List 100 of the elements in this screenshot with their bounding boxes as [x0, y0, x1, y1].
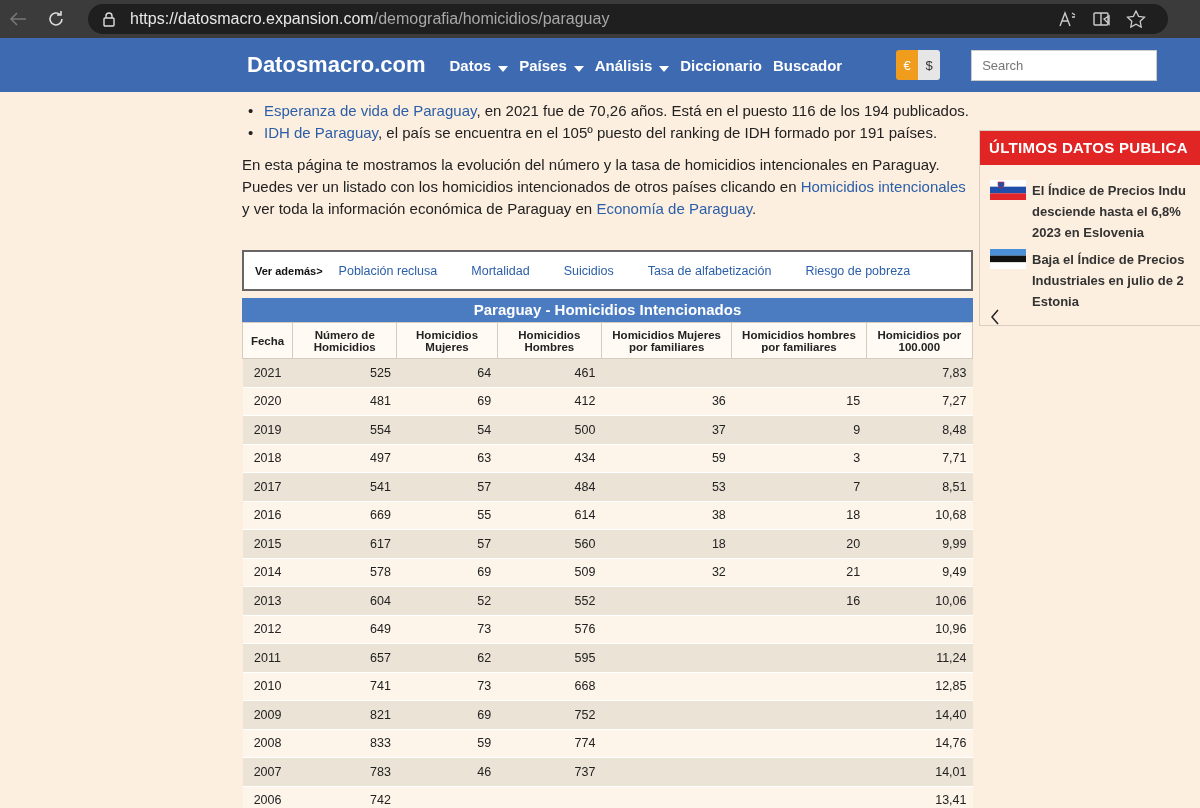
nav-item[interactable]: Análisis: [594, 56, 653, 74]
read-aloud-icon[interactable]: [1058, 10, 1078, 28]
see-also-link[interactable]: Mortalidad: [471, 263, 530, 278]
table-cell: 21: [731, 558, 867, 587]
table-cell: 14,01: [866, 757, 973, 786]
table-cell: 2016: [242, 501, 293, 530]
table-cell: 484: [497, 472, 602, 501]
table-cell: 14,40: [866, 700, 973, 729]
table-cell: 2020: [242, 387, 293, 416]
table-cell: 742: [292, 786, 397, 808]
table-cell: 595: [497, 643, 602, 672]
table-cell: 2013: [242, 586, 293, 615]
table-title: Paraguay - Homicidios Intencionados: [242, 298, 973, 322]
star-icon[interactable]: [1126, 10, 1146, 28]
see-also-link[interactable]: Riesgo de pobreza: [805, 263, 911, 278]
table-cell: 73: [396, 672, 498, 701]
table-cell: 509: [497, 558, 602, 587]
refresh-icon[interactable]: [46, 9, 66, 29]
table-cell: 18: [731, 501, 867, 530]
table-cell: 69: [396, 558, 498, 587]
site-logo[interactable]: Datosmacro.com: [247, 52, 426, 78]
table-cell: 412: [497, 387, 602, 416]
caret-icon[interactable]: [498, 66, 509, 72]
table-cell: 578: [292, 558, 397, 587]
caret-icon[interactable]: [573, 66, 584, 72]
bullet-marker: •: [248, 101, 255, 121]
back-icon[interactable]: [8, 11, 28, 27]
nav-item[interactable]: Buscador: [772, 56, 843, 74]
see-also-link[interactable]: Población reclusa: [338, 263, 438, 278]
nav-item[interactable]: Datos: [449, 56, 492, 74]
table-cell: 481: [292, 387, 397, 416]
previous-icon[interactable]: [990, 309, 1000, 325]
table-cell: 7,27: [866, 387, 973, 416]
table-cell: 12,85: [866, 672, 973, 701]
see-also-label: Ver además>: [255, 264, 323, 277]
table-cell: 2017: [242, 472, 293, 501]
currency-button[interactable]: $: [918, 50, 941, 80]
link[interactable]: IDH de Paraguay: [264, 124, 378, 141]
table-cell: 73: [396, 615, 498, 644]
caret-icon[interactable]: [659, 66, 670, 72]
table-cell: 614: [497, 501, 602, 530]
table-cell: 560: [497, 529, 602, 558]
table-cell: 604: [292, 586, 397, 615]
table-cell: 64: [396, 358, 498, 387]
table-cell: 57: [396, 472, 498, 501]
link[interactable]: Homicidios intencionales: [800, 178, 966, 195]
table-cell: 18: [601, 529, 732, 558]
table-cell: 53: [601, 472, 732, 501]
column-header: Homicidios Hombres: [497, 322, 602, 359]
link[interactable]: Economía de Paraguay: [596, 200, 753, 217]
news-headline[interactable]: Industriales en julio de 2: [1032, 270, 1185, 291]
table-cell: 8,51: [866, 472, 973, 501]
table-cell: 2019: [242, 415, 293, 444]
table-cell: 552: [497, 586, 602, 615]
table-cell: 821: [292, 700, 397, 729]
lock-icon: [102, 11, 116, 27]
table-cell: 69: [396, 387, 498, 416]
table-cell: 2010: [242, 672, 293, 701]
table-cell: 617: [292, 529, 397, 558]
news-headline[interactable]: El Índice de Precios Indu: [1032, 180, 1186, 201]
table-cell: 32: [601, 558, 732, 587]
table-cell: 737: [497, 757, 602, 786]
news-headline[interactable]: Baja el Índice de Precios: [1032, 249, 1185, 270]
reader-icon[interactable]: [1092, 10, 1112, 28]
table-cell: 497: [292, 444, 397, 473]
table-cell: 576: [497, 615, 602, 644]
table-cell: 13,41: [866, 786, 973, 808]
url-text: https://datosmacro.expansion.com/demografia/homicidios/paraguay: [130, 10, 610, 28]
news-headline[interactable]: Estonia: [1032, 291, 1185, 312]
table-cell: 525: [292, 358, 397, 387]
column-header: Fecha: [242, 322, 293, 359]
table-cell: 14,76: [866, 729, 973, 758]
table-cell: 2007: [242, 757, 293, 786]
table-cell: 59: [396, 729, 498, 758]
table-cell: 46: [396, 757, 498, 786]
table-cell: 2015: [242, 529, 293, 558]
see-also-link[interactable]: Suicidios: [563, 263, 614, 278]
table-cell: 2009: [242, 700, 293, 729]
nav-item[interactable]: Diccionario: [680, 56, 762, 74]
bullet-marker: •: [248, 123, 255, 143]
table-cell: 37: [601, 415, 732, 444]
table-cell: 649: [292, 615, 397, 644]
link[interactable]: Esperanza de vida de Paraguay: [264, 102, 477, 119]
table-cell: 541: [292, 472, 397, 501]
table-cell: 55: [396, 501, 498, 530]
table-cell: 36: [601, 387, 732, 416]
nav-item[interactable]: Países: [519, 56, 567, 74]
table-cell: 669: [292, 501, 397, 530]
see-also-link[interactable]: Tasa de alfabetización: [647, 263, 772, 278]
search-field[interactable]: Search: [971, 49, 1158, 81]
table-cell: 10,96: [866, 615, 973, 644]
news-headline[interactable]: desciende hasta el 6,8%: [1032, 201, 1186, 222]
address-bar[interactable]: https://datosmacro.expansion.com/demografia/homicidios/paraguay: [88, 4, 1168, 34]
table-cell: 9,49: [866, 558, 973, 587]
news-headline[interactable]: 2023 en Eslovenia: [1032, 222, 1186, 243]
column-header: Homicidios Mujeres por familiares: [601, 322, 732, 359]
table-cell: 20: [731, 529, 867, 558]
panel-title: ÚLTIMOS DATOS PUBLICA: [980, 131, 1200, 165]
table-cell: 11,24: [866, 643, 973, 672]
table-cell: 69: [396, 700, 498, 729]
